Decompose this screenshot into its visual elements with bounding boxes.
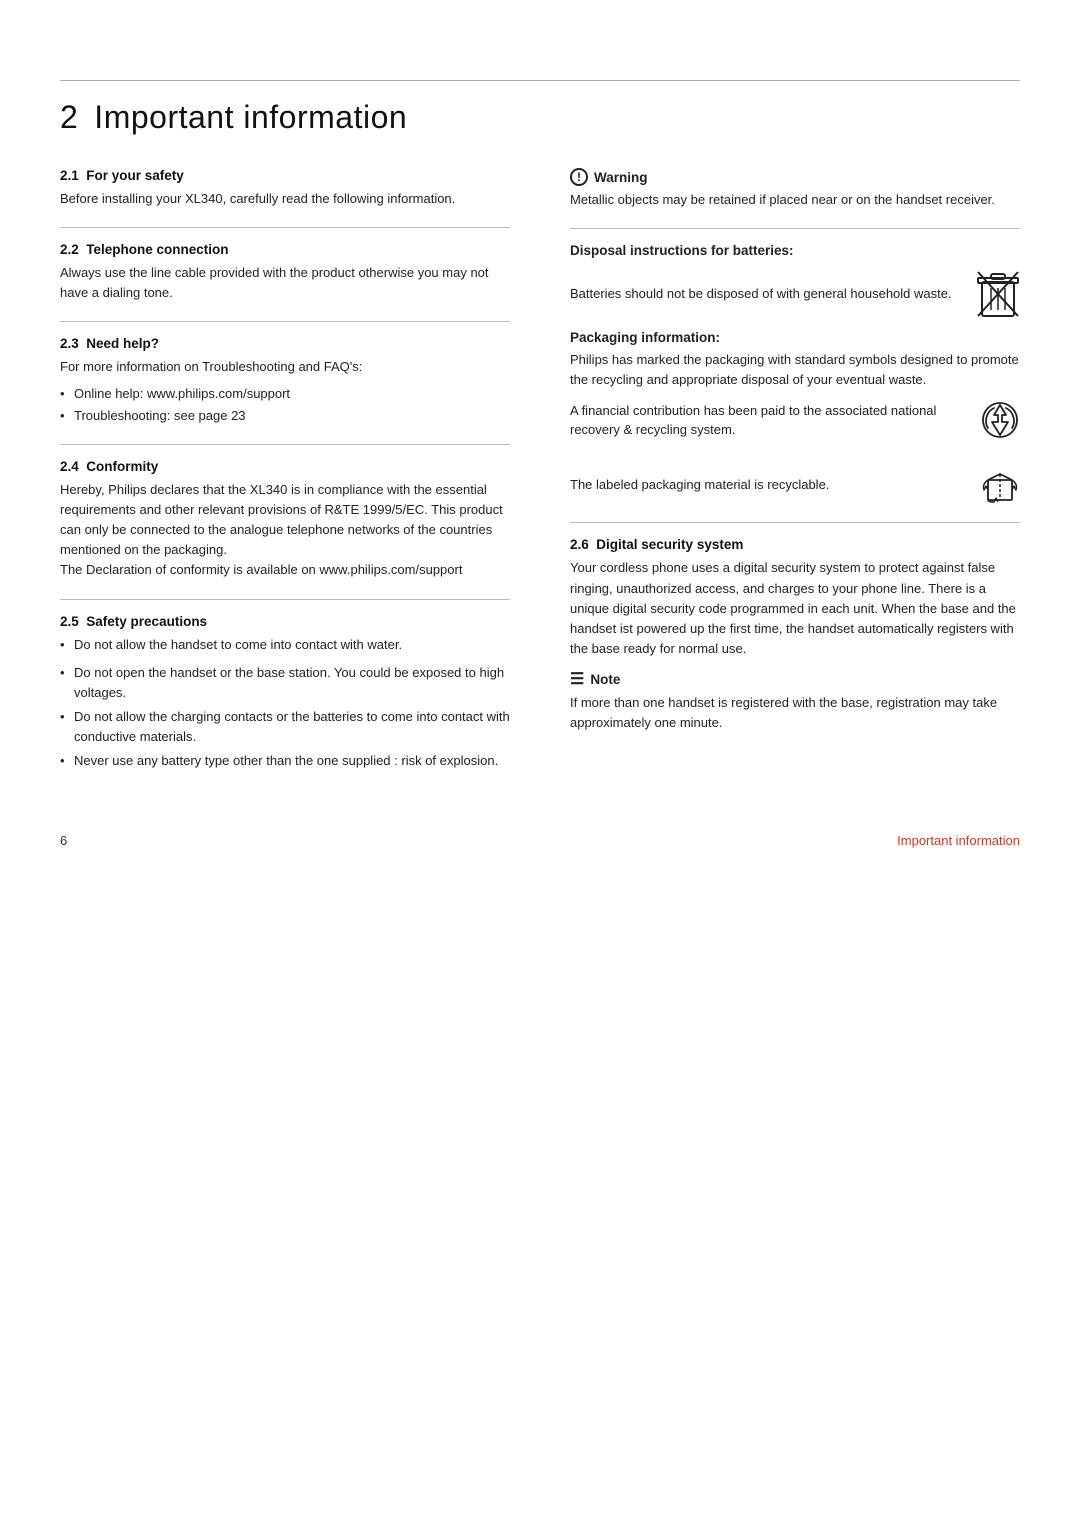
bullet-charging-contacts: Do not allow the charging contacts or th… <box>60 707 510 747</box>
section-2-3-bullets: Online help: www.philips.com/support Tro… <box>60 384 510 426</box>
packaging-recyclable-svg <box>980 464 1020 504</box>
footer-page-number: 6 <box>60 833 67 848</box>
warning-label: Warning <box>594 170 648 185</box>
divider-2-2 <box>60 321 510 322</box>
right-column: ! Warning Metallic objects may be retain… <box>570 168 1020 773</box>
chapter-number: 2 <box>60 99 78 135</box>
section-2-2-body: Always use the line cable provided with … <box>60 263 510 303</box>
section-warning: ! Warning Metallic objects may be retain… <box>570 168 1020 210</box>
top-rule <box>60 80 1020 81</box>
section-2-1: 2.1 For your safety Before installing yo… <box>60 168 510 209</box>
section-2-6-body: Your cordless phone uses a digital secur… <box>570 558 1020 659</box>
section-2-5: 2.5 Safety precautions Do not allow the … <box>60 614 510 772</box>
section-2-2-number: 2.2 <box>60 242 86 257</box>
bullet-battery-type: Never use any battery type other than th… <box>60 751 510 771</box>
section-2-4-body: Hereby, Philips declares that the XL340 … <box>60 480 510 581</box>
financial-row: A financial contribution has been paid t… <box>570 400 1020 440</box>
divider-2-1 <box>60 227 510 228</box>
financial-text: A financial contribution has been paid t… <box>570 401 980 440</box>
section-2-5-title: 2.5 Safety precautions <box>60 614 510 629</box>
section-2-4: 2.4 Conformity Hereby, Philips declares … <box>60 459 510 581</box>
disposal-icon-row: Batteries should not be disposed of with… <box>570 268 1020 320</box>
battery-disposal-icon <box>976 268 1020 320</box>
packaging-recyclable-icon <box>980 464 1020 504</box>
section-2-4-title: 2.4 Conformity <box>60 459 510 474</box>
labeled-packaging-row: The labeled packaging material is recycl… <box>570 464 1020 504</box>
note-label: Note <box>590 672 620 687</box>
section-2-6-number: 2.6 <box>570 537 596 552</box>
footer: 6 Important information <box>60 833 1020 848</box>
section-2-1-number: 2.1 <box>60 168 86 183</box>
packaging-title: Packaging information: <box>570 330 1020 345</box>
divider-packaging <box>570 522 1020 523</box>
section-2-3-body: For more information on Troubleshooting … <box>60 357 510 377</box>
section-2-5-bullets: Do not allow the handset to come into co… <box>60 635 510 772</box>
bullet-online-help: Online help: www.philips.com/support <box>60 384 510 404</box>
note-icon: ☰ <box>570 669 584 689</box>
chapter-heading: 2 Important information <box>60 99 1020 136</box>
disposal-body: Batteries should not be disposed of with… <box>570 284 976 304</box>
warning-icon: ! <box>570 168 588 186</box>
section-2-1-body: Before installing your XL340, carefully … <box>60 189 510 209</box>
section-2-3: 2.3 Need help? For more information on T… <box>60 336 510 425</box>
warning-body: Metallic objects may be retained if plac… <box>570 190 1020 210</box>
note-body: If more than one handset is registered w… <box>570 693 1020 733</box>
section-2-6: 2.6 Digital security system Your cordles… <box>570 537 1020 733</box>
divider-2-4 <box>60 599 510 600</box>
section-2-1-title: 2.1 For your safety <box>60 168 510 183</box>
note-title: ☰ Note <box>570 669 1020 689</box>
labeled-text: The labeled packaging material is recycl… <box>570 475 980 495</box>
bullet-troubleshooting: Troubleshooting: see page 23 <box>60 406 510 426</box>
page-container: 2 Important information 2.1 For your safe… <box>60 80 1020 848</box>
packaging-body: Philips has marked the packaging with st… <box>570 350 1020 390</box>
section-2-6-title: 2.6 Digital security system <box>570 537 1020 552</box>
section-2-3-title: 2.3 Need help? <box>60 336 510 351</box>
section-disposal: Disposal instructions for batteries: Bat… <box>570 243 1020 320</box>
recycling-svg <box>980 400 1020 440</box>
section-packaging: Packaging information: Philips has marke… <box>570 330 1020 504</box>
section-2-4-number: 2.4 <box>60 459 86 474</box>
two-column-layout: 2.1 For your safety Before installing yo… <box>60 168 1020 773</box>
warning-title: ! Warning <box>570 168 1020 186</box>
section-2-5-number: 2.5 <box>60 614 86 629</box>
disposal-title: Disposal instructions for batteries: <box>570 243 1020 258</box>
bullet-water: Do not allow the handset to come into co… <box>60 635 510 655</box>
section-2-3-number: 2.3 <box>60 336 86 351</box>
recycling-icon <box>980 400 1020 440</box>
divider-2-3 <box>60 444 510 445</box>
left-column: 2.1 For your safety Before installing yo… <box>60 168 510 773</box>
bullet-base-station: Do not open the handset or the base stat… <box>60 663 510 703</box>
footer-chapter-label: Important information <box>897 833 1020 848</box>
section-2-2-title: 2.2 Telephone connection <box>60 242 510 257</box>
section-2-2: 2.2 Telephone connection Always use the … <box>60 242 510 303</box>
divider-warning <box>570 228 1020 229</box>
chapter-title: Important information <box>94 99 407 135</box>
